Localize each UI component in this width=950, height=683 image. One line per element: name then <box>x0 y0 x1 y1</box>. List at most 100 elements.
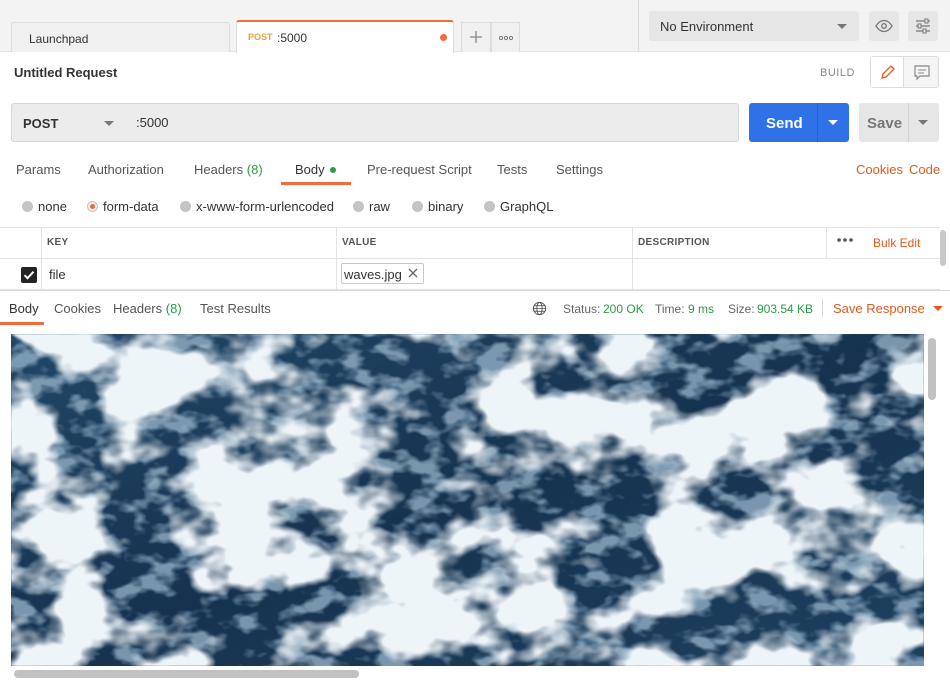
horizontal-scrollbar[interactable] <box>14 670 359 678</box>
column-header-value: VALUE <box>342 237 377 248</box>
tab-active-request[interactable]: POST :5000 <box>236 20 454 53</box>
radio-label: x-www-form-urlencoded <box>196 199 334 214</box>
more-horizontal-icon[interactable] <box>836 234 854 246</box>
radio-label: binary <box>428 199 464 214</box>
sliders-icon <box>916 18 930 34</box>
chevron-down-icon <box>104 121 114 126</box>
status-label: Status: <box>563 302 601 316</box>
chevron-down-icon <box>932 306 943 311</box>
new-tab-button[interactable] <box>461 22 491 52</box>
row-key-field[interactable]: file <box>49 267 66 282</box>
radio-circle <box>353 201 364 212</box>
table-header-row: KEY VALUE DESCRIPTION Bulk Edit <box>0 228 940 259</box>
method-label: POST <box>23 116 59 131</box>
tab-body-label: Body <box>295 162 325 177</box>
environment-select[interactable]: No Environment <box>649 11 859 41</box>
cookies-link[interactable]: Cookies <box>856 162 903 177</box>
tab-url-label: :5000 <box>277 31 308 45</box>
row-enabled-checkbox[interactable] <box>21 267 37 283</box>
size-label: Size: <box>728 302 755 316</box>
send-divider <box>817 103 818 142</box>
tab-settings[interactable]: Settings <box>556 162 603 177</box>
response-tab-test-results[interactable]: Test Results <box>200 301 271 316</box>
response-tab-cookies[interactable]: Cookies <box>54 301 101 316</box>
chevron-down-icon[interactable] <box>828 120 838 125</box>
response-tab-body[interactable]: Body <box>9 301 39 316</box>
tab-authorization[interactable]: Authorization <box>88 162 164 177</box>
send-label: Send <box>766 115 803 132</box>
column-header-key: KEY <box>47 237 69 248</box>
response-divider <box>822 299 823 317</box>
radio-circle-selected <box>87 201 98 212</box>
tab-launchpad[interactable]: Launchpad <box>11 22 230 52</box>
column-header-description: DESCRIPTION <box>638 237 710 248</box>
plus-icon <box>470 31 482 43</box>
environment-quick-look-button[interactable] <box>869 11 899 41</box>
response-bar: Body Cookies Headers (8) Test Results St… <box>0 290 950 325</box>
radio-label: GraphQL <box>500 199 554 214</box>
close-icon[interactable] <box>406 266 420 280</box>
tab-headers[interactable]: Headers (8) <box>194 162 263 177</box>
save-response-label: Save Response <box>833 301 925 316</box>
column-divider <box>826 228 827 258</box>
time-label: Time: <box>655 302 685 316</box>
form-data-table: KEY VALUE DESCRIPTION Bulk Edit file wav… <box>0 227 940 290</box>
send-button[interactable]: Send <box>749 103 849 142</box>
table-scrollbar[interactable] <box>940 230 946 266</box>
mode-label: BUILD <box>820 67 855 79</box>
response-image-preview <box>11 334 924 666</box>
method-select[interactable]: POST <box>11 103 127 142</box>
edit-mode-button[interactable] <box>871 57 904 87</box>
mode-toggle <box>870 56 939 88</box>
status-value[interactable]: 200 OK <box>603 302 644 316</box>
radio-label: raw <box>369 199 390 214</box>
column-divider <box>41 228 42 258</box>
save-response-button[interactable]: Save Response <box>833 301 943 316</box>
radio-circle <box>484 201 495 212</box>
column-divider <box>41 259 42 289</box>
time-value[interactable]: 9 ms <box>688 302 714 316</box>
tab-prerequest-script[interactable]: Pre-request Script <box>367 162 472 177</box>
body-indicator-dot <box>329 167 336 173</box>
response-tab-headers-label: Headers <box>113 301 163 316</box>
tab-launchpad-label: Launchpad <box>29 32 89 46</box>
tab-method-label: POST <box>248 32 273 42</box>
active-response-tab-underline <box>0 322 44 325</box>
code-link[interactable]: Code <box>909 162 940 177</box>
radio-label: form-data <box>103 199 159 214</box>
eye-icon <box>875 19 893 33</box>
size-value[interactable]: 903.54 KB <box>757 302 813 316</box>
tab-tests[interactable]: Tests <box>497 162 527 177</box>
tab-options-button[interactable] <box>491 22 520 52</box>
checkmark-icon <box>23 271 35 280</box>
tab-headers-count: (8) <box>246 162 263 177</box>
response-tab-headers[interactable]: Headers (8) <box>113 301 182 316</box>
tab-body[interactable]: Body <box>295 162 336 177</box>
top-divider <box>638 0 639 52</box>
radio-circle <box>412 201 423 212</box>
save-label: Save <box>867 115 903 132</box>
vertical-scrollbar[interactable] <box>928 338 936 400</box>
chevron-down-icon[interactable] <box>918 120 928 125</box>
manage-environments-button[interactable] <box>908 11 938 41</box>
comment-icon <box>914 65 930 81</box>
save-button[interactable]: Save <box>859 103 939 142</box>
comments-button[interactable] <box>905 57 939 87</box>
tab-params[interactable]: Params <box>16 162 61 177</box>
active-tab-underline <box>281 182 351 185</box>
environment-label: No Environment <box>660 19 754 34</box>
more-horizontal-icon <box>498 35 513 41</box>
bulk-edit-link[interactable]: Bulk Edit <box>873 236 920 250</box>
column-divider <box>632 228 633 258</box>
url-input[interactable] <box>126 103 739 142</box>
file-chip: waves.jpg <box>341 263 424 284</box>
radio-circle <box>180 201 191 212</box>
globe-icon[interactable] <box>532 301 547 316</box>
tab-headers-label: Headers <box>194 162 244 177</box>
save-divider <box>908 103 909 142</box>
pencil-icon <box>881 65 895 79</box>
column-divider <box>632 259 633 289</box>
request-title[interactable]: Untitled Request <box>14 65 117 80</box>
waves-image <box>11 334 924 666</box>
radio-circle <box>22 201 33 212</box>
